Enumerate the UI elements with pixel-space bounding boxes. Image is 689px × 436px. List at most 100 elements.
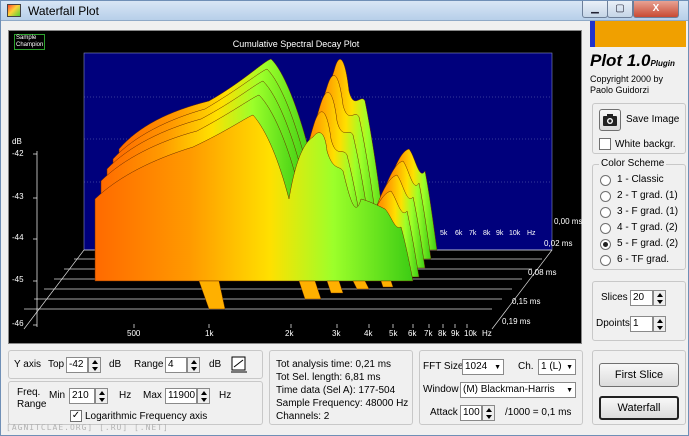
back-x-tick-label: 6k [455, 230, 463, 237]
scheme-radio-2[interactable] [600, 191, 611, 202]
x-tick-label: 500 [127, 329, 141, 338]
app-icon [7, 4, 21, 17]
y-tick-label: -42 [12, 149, 24, 158]
scheme-option-1[interactable]: 1 - Classic [617, 174, 664, 185]
save-image-button[interactable]: Save Image [626, 114, 679, 125]
channel-label: Ch. [518, 361, 534, 372]
maximize-button[interactable]: ▢ [607, 1, 633, 18]
front-skirt [198, 280, 394, 310]
y-axis [33, 151, 38, 327]
scheme-option-4[interactable]: 4 - T grad. (2) [617, 222, 678, 233]
slices-input[interactable]: 20 [630, 290, 653, 306]
freq-max-spinner[interactable] [197, 388, 210, 404]
y-tick-label: -46 [12, 319, 24, 328]
autoscale-icon[interactable] [230, 355, 248, 374]
freq-min-spinner[interactable] [95, 388, 108, 404]
attack-label: Attack [430, 407, 458, 418]
x-axis-ticks [133, 324, 468, 328]
waterfall-graphic [23, 52, 553, 330]
copyright: Copyright 2000 by Paolo Guidorzi [590, 74, 664, 95]
back-x-tick-label: 10k [509, 230, 521, 237]
scheme-radio-6[interactable] [600, 255, 611, 266]
freq-max-unit: Hz [219, 390, 232, 401]
window-select[interactable]: (M) Blackman-Harris [460, 382, 576, 398]
y-range-label: Range [134, 359, 164, 370]
y-top-label: Top [48, 359, 65, 370]
watermark: [AGNITCLAE.ORG] [.RU] [.NET] [6, 423, 169, 432]
time-label: 0,00 ms [554, 217, 583, 226]
sample-frequency: Sample Frequency: 48000 Hz [276, 398, 409, 409]
title-bar[interactable]: Waterfall Plot ▁ ▢ X [1, 1, 688, 21]
y-top-spinner[interactable] [88, 357, 101, 373]
x-tick-label: 1k [205, 329, 214, 338]
tot-sel-length: Tot Sel. length: 6,81 ms [276, 372, 381, 383]
waterfall-button[interactable]: Waterfall [599, 396, 679, 420]
channel-select[interactable]: 1 (L) [538, 359, 576, 375]
freq-min-input[interactable]: 210 [69, 388, 95, 404]
close-button[interactable]: X [633, 1, 679, 18]
tot-analysis-time: Tot analysis time: 0,21 ms [276, 359, 392, 370]
x-tick-label: 2k [285, 329, 294, 338]
y-axis-label: Y axis [14, 359, 42, 370]
first-slice-button[interactable]: First Slice [599, 363, 679, 387]
camera-icon[interactable] [599, 109, 621, 131]
log-frequency-checkbox[interactable]: ✓ [70, 410, 82, 422]
scheme-radio-1[interactable] [600, 175, 611, 186]
scheme-option-3[interactable]: 3 - F grad. (1) [617, 206, 678, 217]
plot-title: Cumulative Spectral Decay Plot [232, 39, 360, 49]
actions-group: First Slice Waterfall [592, 350, 686, 425]
window-label: Window [423, 384, 459, 395]
y-tick-label: -43 [12, 192, 24, 201]
time-label: 0,15 ms [512, 297, 541, 306]
time-label: 0,08 ms [528, 268, 557, 277]
scheme-radio-5[interactable] [600, 239, 611, 250]
x-tick-label: 9k [451, 329, 460, 338]
channels: Channels: 2 [276, 411, 330, 422]
color-scheme-group: Color Scheme 1 - Classic 2 - T grad. (1)… [592, 158, 686, 270]
back-x-tick-label: 7k [469, 230, 477, 237]
time-data: Time data (Sel A): 177-504 [276, 385, 396, 396]
analysis-info-group: Tot analysis time: 0,21 ms Tot Sel. leng… [269, 350, 413, 425]
x-tick-label: 10k [464, 329, 477, 338]
fft-settings-group: FFT Size 1024 Ch. 1 (L) Window (M) Black… [419, 350, 583, 425]
y-top-input[interactable]: -42 [66, 357, 88, 373]
scheme-option-5[interactable]: 5 - F grad. (2) [617, 238, 678, 249]
minimize-button[interactable]: ▁ [582, 1, 608, 18]
attack-spinner[interactable] [482, 405, 495, 421]
slices-spinner[interactable] [653, 290, 666, 306]
window-title: Waterfall Plot [28, 4, 99, 18]
back-x-unit: Hz [527, 230, 536, 237]
dpoints-label: Dpoints [596, 318, 630, 329]
time-label: 0,19 ms [502, 317, 531, 326]
y-range-unit: dB [209, 359, 222, 370]
slices-label: Slices [601, 292, 628, 303]
scheme-option-2[interactable]: 2 - T grad. (1) [617, 190, 678, 201]
scheme-option-6[interactable]: 6 - TF grad. [617, 254, 669, 265]
y-range-input[interactable]: 4 [165, 357, 187, 373]
freq-min-label: Min [49, 390, 66, 401]
scheme-radio-3[interactable] [600, 207, 611, 218]
freq-label: Freq. [17, 387, 41, 398]
y-axis-group: Y axis Top -42 dB Range 4 dB [8, 350, 263, 379]
dpoints-spinner[interactable] [653, 316, 666, 332]
white-background-checkbox[interactable] [599, 138, 611, 150]
plugin-logo [590, 21, 686, 47]
dpoints-input[interactable]: 1 [630, 316, 653, 332]
y-axis-unit: dB [12, 137, 22, 146]
waterfall-plot: Sample Champion Cumulative Spectral Deca… [8, 30, 582, 344]
y-range-spinner[interactable] [187, 357, 200, 373]
attack-input[interactable]: 100 [460, 405, 482, 421]
back-x-tick-label: 9k [496, 230, 504, 237]
white-background-label: White backgr. [615, 139, 676, 150]
x-axis-unit: Hz [482, 329, 492, 338]
fft-size-label: FFT Size [423, 361, 464, 372]
x-tick-label: 7k [424, 329, 433, 338]
back-x-tick-label: 5k [440, 230, 448, 237]
y-tick-label: -44 [12, 233, 24, 242]
scheme-radio-4[interactable] [600, 223, 611, 234]
freq-max-input[interactable]: 11900 [165, 388, 197, 404]
x-tick-label: 4k [364, 329, 373, 338]
y-tick-label: -45 [12, 275, 24, 284]
fft-size-select[interactable]: 1024 [462, 359, 504, 375]
time-label: 0,02 ms [544, 239, 573, 248]
